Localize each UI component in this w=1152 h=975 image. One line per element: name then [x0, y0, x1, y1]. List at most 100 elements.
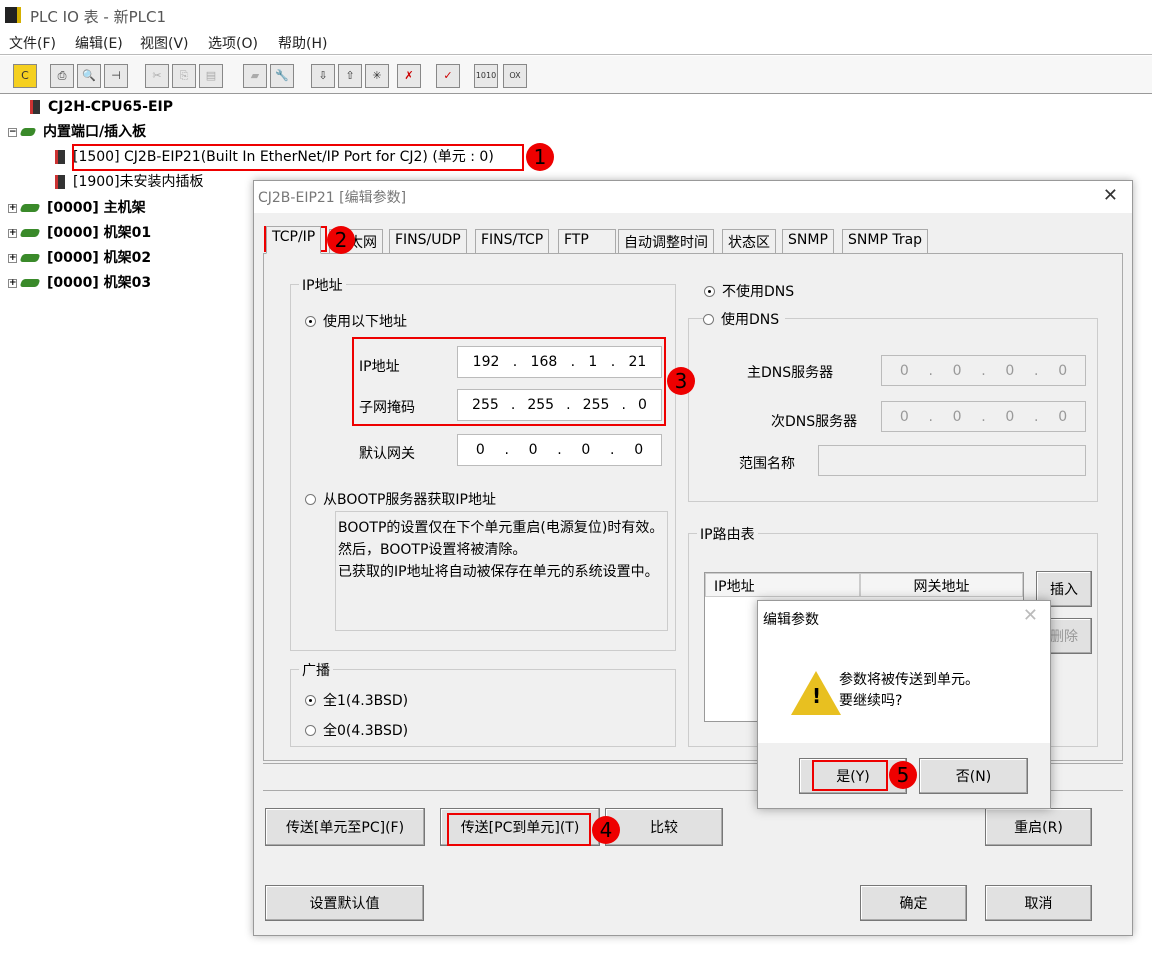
dialog-title-bar: CJ2B-EIP21 [编辑参数] ✕	[254, 181, 1132, 213]
no-button[interactable]: 否(N)	[919, 758, 1028, 794]
confirm-title: 编辑参数	[763, 612, 819, 628]
radio-use-following[interactable]: 使用以下地址	[305, 311, 407, 331]
tree-item-builtin[interactable]: − 内置端口/插入板	[8, 122, 146, 142]
print-icon[interactable]: ⎙	[50, 64, 74, 88]
primary-dns-label: 主DNS服务器	[747, 365, 834, 381]
highlight-box-3	[352, 337, 666, 426]
gateway-label: 默认网关	[359, 446, 415, 462]
tree-item-rack[interactable]: + [0000] 机架02	[8, 248, 151, 268]
tree-item-cpu[interactable]: CJ2H-CPU65-EIP	[30, 97, 173, 117]
broadcast-group: 广播 全1(4.3BSD) 全0(4.3BSD)	[290, 660, 676, 747]
tab-tcpip[interactable]: TCP/IP	[266, 226, 322, 254]
primary-dns-input[interactable]: 0.0.0.0	[881, 355, 1086, 386]
step-badge-3: 3	[667, 367, 695, 395]
tab-status-area[interactable]: 状态区	[722, 229, 776, 253]
tree-item-slot[interactable]: [1900]未安装内插板	[55, 172, 204, 192]
menu-view[interactable]: 视图(V)	[140, 33, 189, 53]
menu-bar: 文件(F) 编辑(E) 视图(V) 选项(O) 帮助(H)	[0, 30, 1152, 55]
tree-item-rack[interactable]: + [0000] 机架03	[8, 273, 151, 293]
secondary-dns-input[interactable]: 0.0.0.0	[881, 401, 1086, 432]
radio-no-dns[interactable]: 不使用DNS	[704, 281, 794, 301]
rack-icon	[19, 254, 41, 262]
expand-icon[interactable]: +	[8, 278, 17, 288]
unit-icon[interactable]: ▰	[243, 64, 267, 88]
compare-button[interactable]: 比较	[605, 808, 723, 846]
warning-icon-mark: !	[812, 684, 822, 708]
ports-icon	[19, 128, 37, 136]
ok-button[interactable]: 确定	[860, 885, 967, 921]
tab-fins-tcp[interactable]: FINS/TCP	[475, 229, 550, 253]
rack-icon	[19, 229, 41, 237]
tree-label: [0000] 机架01	[47, 225, 152, 241]
radio-broadcast-all0[interactable]: 全0(4.3BSD)	[305, 720, 408, 740]
group-label: IP地址	[299, 275, 346, 295]
radio-bootp[interactable]: 从BOOTP服务器获取IP地址	[305, 489, 496, 509]
tab-snmp[interactable]: SNMP	[782, 229, 834, 253]
confirm-question: 要继续吗?	[839, 693, 903, 709]
tree-item-rack[interactable]: + [0000] 主机架	[8, 198, 146, 218]
step-badge-1: 1	[526, 143, 554, 171]
tree-label: [0000] 主机架	[47, 200, 146, 216]
menu-options[interactable]: 选项(O)	[208, 33, 258, 53]
print-preview-icon[interactable]: 🔍	[77, 64, 101, 88]
cpu-icon	[30, 100, 40, 114]
gateway-input[interactable]: 0.0.0.0	[457, 434, 662, 466]
radio-use-dns[interactable]: 使用DNS	[703, 309, 786, 329]
delete-unit-icon[interactable]: ✗	[397, 64, 421, 88]
transfer-unit-to-pc-button[interactable]: 传送[单元至PC](F)	[265, 808, 425, 846]
highlight-box-4	[447, 813, 591, 846]
dialog-title: CJ2B-EIP21 [编辑参数]	[258, 190, 407, 206]
toolbar: C ⎙ 🔍 ⊣ ✂ ⎘ ▤ ▰ 🔧 ⇩ ⇧ ✳ ✗ ✓ 1010 OX	[0, 56, 1152, 94]
copy-icon[interactable]: ⎘	[172, 64, 196, 88]
menu-file[interactable]: 文件(F)	[9, 33, 56, 53]
column-gateway[interactable]: 网关地址	[860, 573, 1023, 597]
confirm-message: 参数将被传送到单元。	[839, 672, 979, 688]
tab-fins-udp[interactable]: FINS/UDP	[389, 229, 467, 253]
cut-icon[interactable]: ✂	[145, 64, 169, 88]
column-ip[interactable]: IP地址	[705, 573, 860, 597]
highlight-box-5	[812, 760, 888, 791]
tree-label: 内置端口/插入板	[43, 124, 147, 140]
menu-help[interactable]: 帮助(H)	[278, 33, 327, 53]
cps-icon[interactable]: C	[13, 64, 37, 88]
step-badge-2: 2	[327, 226, 355, 254]
expand-icon[interactable]: +	[8, 253, 17, 263]
rack-icon	[19, 279, 41, 287]
set-default-button[interactable]: 设置默认值	[265, 885, 424, 921]
tree-label: [0000] 机架03	[47, 275, 152, 291]
expand-icon[interactable]: +	[8, 228, 17, 238]
paste-icon[interactable]: ▤	[199, 64, 223, 88]
group-label: IP路由表	[697, 524, 758, 544]
upload-icon[interactable]: ⇩	[311, 64, 335, 88]
unit-icon	[55, 175, 65, 189]
tree-item-rack[interactable]: + [0000] 机架01	[8, 223, 151, 243]
pin-icon[interactable]: ⊣	[104, 64, 128, 88]
download-icon[interactable]: ⇧	[338, 64, 362, 88]
tab-auto-time[interactable]: 自动调整时间	[618, 229, 714, 253]
tab-ftp[interactable]: FTP	[558, 229, 616, 253]
domain-label: 范围名称	[739, 456, 795, 472]
tree-label: [0000] 机架02	[47, 250, 152, 266]
app-icon	[5, 7, 21, 23]
dns-group: 使用DNS 主DNS服务器 0.0.0.0 次DNS服务器 0.0.0.0 范围…	[688, 309, 1098, 502]
close-icon[interactable]: ✕	[1103, 185, 1118, 206]
edit-params-dialog: CJ2B-EIP21 [编辑参数] ✕ TCP/IP 以太网 FINS/UDP …	[253, 180, 1133, 936]
close-icon[interactable]: ✕	[1023, 605, 1038, 626]
radio-broadcast-all1[interactable]: 全1(4.3BSD)	[305, 690, 408, 710]
wrench-icon[interactable]: 🔧	[270, 64, 294, 88]
cancel-button[interactable]: 取消	[985, 885, 1092, 921]
io-transfer-icon[interactable]: 1010	[474, 64, 498, 88]
expand-icon[interactable]: +	[8, 203, 17, 213]
menu-edit[interactable]: 编辑(E)	[75, 33, 123, 53]
new-unit-icon[interactable]: ✳	[365, 64, 389, 88]
tab-snmp-trap[interactable]: SNMP Trap	[842, 229, 929, 253]
tree-label: [1900]未安装内插板	[73, 174, 204, 190]
io-compare-icon[interactable]: OX	[503, 64, 527, 88]
restart-button[interactable]: 重启(R)	[985, 808, 1092, 846]
unit-icon	[55, 150, 65, 164]
rack-icon	[19, 204, 41, 212]
collapse-icon[interactable]: −	[8, 127, 17, 137]
check-icon[interactable]: ✓	[436, 64, 460, 88]
domain-input[interactable]	[818, 445, 1086, 476]
secondary-dns-label: 次DNS服务器	[771, 414, 858, 430]
